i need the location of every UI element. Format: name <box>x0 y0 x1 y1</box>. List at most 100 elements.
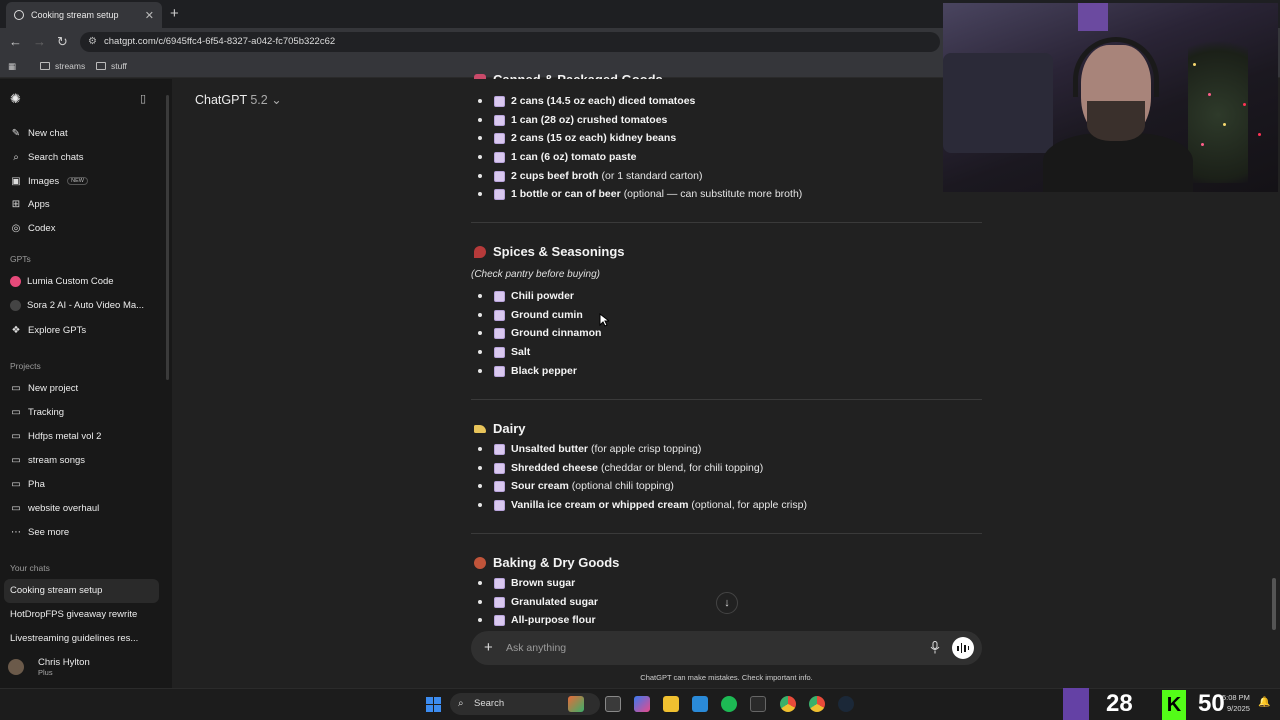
sidebar-project-new[interactable]: ▭ New project <box>10 382 78 394</box>
sidebar-project-hdfps[interactable]: ▭ Hdfps metal vol 2 <box>10 430 101 442</box>
folder-icon <box>96 62 106 70</box>
copilot-icon[interactable] <box>634 696 650 712</box>
file-explorer-icon[interactable] <box>663 696 679 712</box>
user-plan: Plus <box>38 668 53 677</box>
notification-bell-icon[interactable]: 🔔 <box>1258 697 1270 708</box>
sidebar-project-stream-songs[interactable]: ▭ stream songs <box>10 454 85 466</box>
steam-icon[interactable] <box>838 696 854 712</box>
twitch-icon <box>1063 688 1089 720</box>
sidebar-gpt-sora[interactable]: Sora 2 AI - Auto Video Ma... <box>10 300 144 311</box>
kick-viewer-count: 50 <box>1198 690 1225 717</box>
sidebar-see-more[interactable]: ⋯ See more <box>10 526 69 538</box>
chat-item-cooking[interactable]: Cooking stream setup <box>10 585 102 596</box>
list-item: Chili powder <box>478 290 574 302</box>
checkbox-icon <box>494 188 505 200</box>
folder-icon: ▭ <box>11 454 21 466</box>
scroll-to-bottom-button[interactable]: ↓ <box>716 592 738 614</box>
windows-start-icon[interactable] <box>426 697 441 712</box>
url-field[interactable]: ⚙ chatgpt.com/c/6945ffc4-6f54-8327-a042-… <box>80 32 940 52</box>
sidebar-item-images[interactable]: ▣ Images NEW <box>10 175 88 187</box>
avatar <box>8 659 24 675</box>
sora-gpt-icon <box>10 300 21 311</box>
apps-grid-icon[interactable]: ▦ <box>8 61 16 72</box>
folder-icon <box>40 62 50 70</box>
cheese-emoji-icon <box>474 424 486 433</box>
add-attachment-icon[interactable]: + <box>484 639 493 656</box>
folder-icon: ▭ <box>11 478 21 490</box>
back-icon[interactable]: ← <box>9 34 22 49</box>
user-menu[interactable]: Chris Hylton Plus <box>8 657 90 677</box>
main-scrollbar[interactable] <box>1272 578 1276 630</box>
chat-item-livestreaming[interactable]: Livestreaming guidelines res... <box>10 633 138 644</box>
tab-title: Cooking stream setup <box>31 10 119 20</box>
sidebar-scrollbar[interactable] <box>166 95 169 380</box>
new-tab-icon[interactable]: + <box>170 5 179 22</box>
list-item: 2 cans (15 oz each) kidney beans <box>478 132 676 144</box>
voice-mode-button[interactable] <box>952 637 974 659</box>
mouse-cursor-icon <box>599 313 609 327</box>
checkbox-icon <box>494 365 505 377</box>
baking-emoji-icon <box>474 556 486 569</box>
sidebar-explore-gpts[interactable]: ❖ Explore GPTs <box>10 324 87 336</box>
bookmark-stuff[interactable]: stuff <box>96 61 127 71</box>
divider <box>471 533 982 534</box>
sidebar-project-pha[interactable]: ▭ Pha <box>10 478 45 490</box>
toggle-sidebar-icon[interactable]: ▯ <box>140 92 146 105</box>
list-item: Salt <box>478 346 530 358</box>
sidebar-item-apps[interactable]: ⊞ Apps <box>10 198 50 210</box>
gpts-heading: GPTs <box>10 254 31 264</box>
your-chats-heading: Your chats <box>10 563 50 573</box>
explore-gpts-icon: ❖ <box>11 324 21 336</box>
checkbox-icon <box>494 596 505 608</box>
bookmark-streams[interactable]: streams <box>40 61 85 71</box>
chrome-icon[interactable] <box>809 696 825 712</box>
checkbox-icon <box>494 480 505 492</box>
close-tab-icon[interactable]: ✕ <box>145 9 154 22</box>
folder-icon: ▭ <box>11 502 21 514</box>
sidebar-project-tracking[interactable]: ▭ Tracking <box>10 406 64 418</box>
microphone-icon[interactable] <box>930 641 940 654</box>
checkbox-icon <box>494 462 505 474</box>
chrome-icon[interactable] <box>780 696 796 712</box>
search-icon: ⌕ <box>13 151 19 163</box>
checkbox-icon <box>494 132 505 144</box>
new-folder-icon: ▭ <box>11 382 21 394</box>
kick-icon: K <box>1162 690 1186 720</box>
sidebar-item-new-chat[interactable]: ✎ New chat <box>10 127 68 139</box>
images-icon: ▣ <box>11 175 21 187</box>
checkbox-icon <box>494 327 505 339</box>
sidebar-item-search-chats[interactable]: ⌕ Search chats <box>10 151 83 163</box>
hud-app-icon[interactable] <box>750 696 766 712</box>
disclaimer: ChatGPT can make mistakes. Check importa… <box>640 673 813 682</box>
reload-icon[interactable]: ↻ <box>57 34 68 50</box>
checkbox-icon <box>494 290 505 302</box>
spotify-icon[interactable] <box>721 696 737 712</box>
system-clock[interactable]: 5:08 PM 9/2025 <box>1222 692 1250 714</box>
list-item: All-purpose flour <box>478 614 596 626</box>
browser-tab[interactable]: Cooking stream setup ✕ <box>6 2 162 28</box>
checkbox-icon <box>494 114 505 126</box>
task-view-icon[interactable] <box>605 696 621 712</box>
chatgpt-favicon-icon <box>14 10 24 20</box>
folder-icon: ▭ <box>11 406 21 418</box>
chat-item-hotdrop[interactable]: HotDropFPS giveaway rewrite <box>10 609 137 620</box>
new-chat-icon: ✎ <box>11 127 21 139</box>
model-selector[interactable]: ChatGPT 5.2 ⌄ <box>195 92 282 107</box>
divider <box>471 222 982 223</box>
widget-icon[interactable] <box>568 696 584 712</box>
openai-logo-icon[interactable]: ✺ <box>10 91 21 107</box>
site-info-icon[interactable]: ⚙ <box>88 32 97 52</box>
list-item: Brown sugar <box>478 577 575 589</box>
new-badge: NEW <box>67 177 88 185</box>
checkbox-icon <box>494 309 505 321</box>
sidebar-project-website[interactable]: ▭ website overhaul <box>10 502 99 514</box>
list-item: Ground cinnamon <box>478 327 601 339</box>
forward-icon[interactable]: → <box>33 34 46 49</box>
prompt-input[interactable]: Ask anything <box>506 642 566 654</box>
pepper-emoji-icon <box>474 245 486 258</box>
notepad-icon[interactable] <box>692 696 708 712</box>
spices-note: (Check pantry before buying) <box>471 269 600 280</box>
folder-icon: ▭ <box>11 430 21 442</box>
sidebar-gpt-lumia[interactable]: Lumia Custom Code <box>10 276 114 287</box>
sidebar-item-codex[interactable]: ◎ Codex <box>10 222 56 234</box>
